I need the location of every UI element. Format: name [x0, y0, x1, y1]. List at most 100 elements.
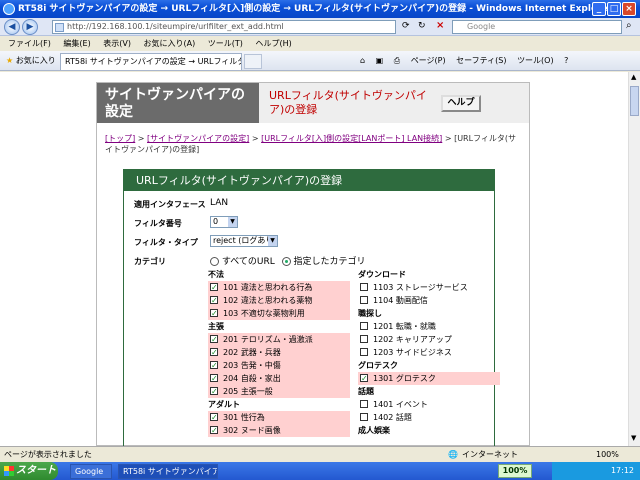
radio-all-urls[interactable]: [210, 257, 219, 266]
category-item[interactable]: 203 告発・中傷: [208, 359, 350, 372]
page-subtitle: URLフィルタ(サイトヴァンパイア)の登録: [269, 89, 427, 116]
category-checkbox[interactable]: [210, 281, 218, 294]
star-icon: ★: [6, 56, 14, 65]
category-group-heading: 不法: [208, 270, 224, 279]
category-item[interactable]: 1104 動画配信: [358, 294, 500, 307]
search-icon[interactable]: ⌕: [626, 20, 632, 31]
safety-menu[interactable]: セーフティ(S): [456, 56, 506, 65]
category-item[interactable]: 302 ヌード画像: [208, 424, 350, 437]
category-item-label: 201 テロリズム・過激派: [223, 335, 313, 344]
category-item[interactable]: 1401 イベント: [358, 398, 500, 411]
feeds-icon[interactable]: ▣: [376, 56, 384, 65]
forward-button[interactable]: ▶: [22, 19, 38, 35]
ie-icon: [3, 3, 15, 15]
go-icon[interactable]: ↻: [418, 21, 426, 31]
category-item[interactable]: 1301 グロテスク: [358, 372, 500, 385]
menu-view[interactable]: 表示(V): [103, 39, 131, 48]
category-item[interactable]: 301 性行為: [208, 411, 350, 424]
globe-icon: 🌐: [448, 450, 458, 459]
filter-number-label: フィルタ番号: [134, 219, 182, 228]
taskbar-ie[interactable]: RT58i サイトヴァンパイア...: [118, 464, 218, 479]
scrollbar-thumb[interactable]: [630, 86, 639, 116]
category-checkbox[interactable]: [210, 411, 218, 424]
category-item[interactable]: 1201 転職・就職: [358, 320, 500, 333]
category-item-label: 1104 動画配信: [373, 296, 428, 305]
back-button[interactable]: ◀: [4, 19, 20, 35]
status-bar: ページが表示されました 🌐 インターネット 100%: [0, 446, 640, 462]
breadcrumb-top[interactable]: [トップ]: [105, 134, 135, 143]
zoom-level[interactable]: 100%: [596, 447, 619, 462]
category-item-label: 1201 転職・就職: [373, 322, 436, 331]
page-menu[interactable]: ページ(P): [411, 56, 446, 65]
close-button[interactable]: ×: [622, 2, 636, 16]
category-checkbox[interactable]: [360, 282, 368, 291]
stop-icon[interactable]: ×: [436, 20, 444, 31]
category-checkbox[interactable]: [210, 372, 218, 385]
category-column-right: ダウンロード 1103 ストレージサービス 1104 動画配信 職探し 1201 転職・…: [358, 268, 500, 437]
menu-edit[interactable]: 編集(E): [63, 39, 90, 48]
breadcrumb: [トップ] > [サイトヴァンパイアの設定] > [URLフィルタ[入]側の設定…: [105, 134, 517, 154]
category-checkbox[interactable]: [360, 347, 368, 356]
start-button[interactable]: スタート: [0, 462, 58, 480]
print-icon[interactable]: ⎙: [394, 56, 400, 65]
filter-type-select[interactable]: reject (ログあり) ▼: [210, 235, 278, 247]
search-input[interactable]: Google: [452, 20, 622, 34]
category-item[interactable]: 205 主張一般: [208, 385, 350, 398]
refresh-icon[interactable]: ⟳: [402, 21, 410, 31]
menu-tools[interactable]: ツール(T): [208, 39, 243, 48]
category-checkbox[interactable]: [210, 424, 218, 437]
help-button[interactable]: ヘルプ: [441, 95, 481, 112]
tools-menu[interactable]: ツール(O): [517, 56, 554, 65]
scroll-up-icon[interactable]: ▲: [631, 73, 636, 81]
category-item[interactable]: 1202 キャリアアップ: [358, 333, 500, 346]
category-checkbox[interactable]: [360, 372, 368, 385]
category-checkbox[interactable]: [210, 333, 218, 346]
window-title: RT58i サイトヴァンパイアの設定 → URLフィルタ[入]側の設定 → UR…: [18, 4, 613, 14]
radio-selected-categories[interactable]: [281, 257, 291, 266]
help-icon[interactable]: ?: [564, 56, 568, 65]
minimize-button[interactable]: _: [592, 2, 606, 16]
vertical-scrollbar[interactable]: ▲ ▼: [628, 72, 640, 446]
page-icon: [55, 23, 64, 32]
category-item[interactable]: 1203 サイドビジネス: [358, 346, 500, 359]
scroll-down-icon[interactable]: ▼: [631, 434, 636, 442]
category-item[interactable]: 103 不適切な薬物利用: [208, 307, 350, 320]
new-tab-button[interactable]: [244, 54, 262, 69]
category-item[interactable]: 201 テロリズム・過激派: [208, 333, 350, 346]
chevron-down-icon: ▼: [268, 236, 277, 246]
filter-number-select[interactable]: 0 ▼: [210, 216, 238, 228]
taskbar: スタート Google RT58i サイトヴァンパイア... 100% 17:1…: [0, 462, 640, 480]
category-checkbox[interactable]: [210, 385, 218, 398]
breadcrumb-settings[interactable]: [サイトヴァンパイアの設定]: [147, 134, 249, 143]
menu-help[interactable]: ヘルプ(H): [255, 39, 291, 48]
category-item[interactable]: 202 武器・兵器: [208, 346, 350, 359]
category-checkbox[interactable]: [360, 334, 368, 343]
category-item-label: 205 主張一般: [223, 387, 273, 396]
browser-tab[interactable]: RT58i サイトヴァンパイアの設定 → URLフィルタ[入]側の...: [60, 53, 242, 70]
category-item[interactable]: 1103 ストレージサービス: [358, 281, 500, 294]
category-checkbox[interactable]: [360, 295, 368, 304]
category-item-label: 101 違法と思われる行為: [223, 283, 313, 292]
home-icon[interactable]: ⌂: [360, 56, 365, 65]
menu-file[interactable]: ファイル(F): [8, 39, 51, 48]
category-checkbox[interactable]: [210, 294, 218, 307]
category-checkbox[interactable]: [210, 359, 218, 372]
favorites-button[interactable]: ★ お気に入り: [6, 55, 56, 66]
battery-badge: 100%: [498, 464, 532, 478]
category-checkbox[interactable]: [360, 321, 368, 330]
maximize-button[interactable]: □: [607, 2, 621, 16]
category-item-label: 1301 グロテスク: [373, 374, 436, 383]
category-item[interactable]: 1402 話題: [358, 411, 500, 424]
category-checkbox[interactable]: [360, 412, 368, 421]
category-checkbox[interactable]: [360, 399, 368, 408]
category-group-heading: 職探し: [358, 309, 382, 318]
address-input[interactable]: http://192.168.100.1/siteumpire/urlfilte…: [52, 20, 396, 34]
menu-favorites[interactable]: お気に入り(A): [144, 39, 196, 48]
breadcrumb-filter[interactable]: [URLフィルタ[入]側の設定[LANポート] LAN接続]: [261, 134, 442, 143]
category-checkbox[interactable]: [210, 346, 218, 359]
category-item[interactable]: 102 違法と思われる薬物: [208, 294, 350, 307]
category-item[interactable]: 101 違法と思われる行為: [208, 281, 350, 294]
category-item[interactable]: 204 自殺・家出: [208, 372, 350, 385]
taskbar-google[interactable]: Google: [70, 464, 112, 479]
category-checkbox[interactable]: [210, 307, 218, 320]
